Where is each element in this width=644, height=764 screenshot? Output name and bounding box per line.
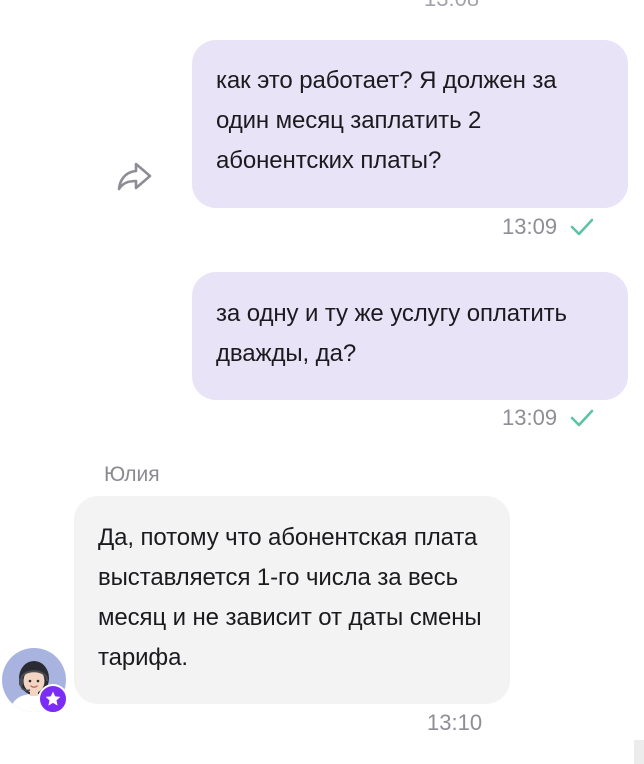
check-icon — [569, 408, 595, 428]
outgoing-message-bubble[interactable]: как это работает? Я должен за один месяц… — [192, 40, 628, 208]
forward-icon[interactable] — [114, 158, 154, 194]
previous-timestamp: 13:08 — [424, 0, 479, 12]
chat-thread: 13:08 как это работает? Я должен за один… — [0, 0, 644, 764]
star-badge-icon — [38, 684, 68, 714]
message-text: Да, потому что абонентская плата выставл… — [98, 524, 482, 671]
message-meta: 13:09 — [502, 214, 595, 240]
message-meta: 13:09 — [502, 405, 595, 431]
message-time: 13:09 — [502, 214, 558, 239]
sender-name: Юлия — [104, 463, 160, 486]
operator-avatar-icon[interactable] — [2, 648, 68, 714]
message-meta: 13:10 — [427, 710, 482, 736]
scrollbar[interactable] — [634, 740, 644, 764]
message-text: как это работает? Я должен за один месяц… — [216, 67, 557, 174]
incoming-message-bubble[interactable]: Да, потому что абонентская плата выставл… — [74, 496, 510, 704]
message-time: 13:10 — [427, 710, 483, 735]
outgoing-message-bubble[interactable]: за одну и ту же услугу оплатить дважды, … — [192, 272, 628, 400]
message-time: 13:09 — [502, 405, 558, 430]
check-icon — [569, 217, 595, 237]
message-text: за одну и ту же услугу оплатить дважды, … — [216, 300, 567, 367]
